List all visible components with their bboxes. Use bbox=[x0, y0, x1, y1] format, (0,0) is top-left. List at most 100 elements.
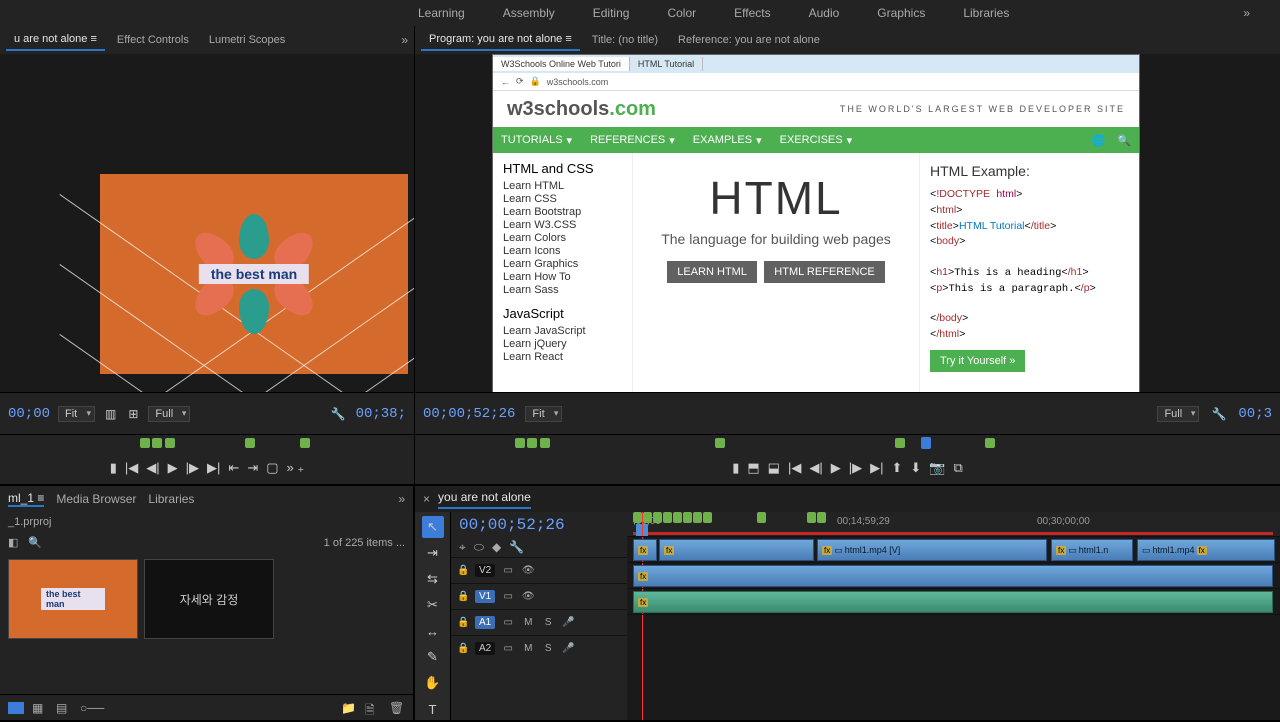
track-v1[interactable]: fx bbox=[627, 562, 1280, 588]
voice-over-icon[interactable]: 🎤 bbox=[561, 643, 575, 654]
toggle-sync-lock-icon[interactable]: ▭ bbox=[501, 617, 515, 628]
mark-out-icon[interactable]: ▶| bbox=[207, 460, 220, 476]
sequence-tab[interactable]: you are not alone bbox=[438, 490, 531, 509]
source-time-ruler[interactable] bbox=[0, 434, 414, 452]
track-a1[interactable]: fx bbox=[627, 588, 1280, 614]
new-item-icon[interactable]: 🗎 bbox=[365, 701, 381, 715]
project-clip-thumb[interactable]: 자세와 감정 bbox=[144, 559, 274, 639]
program-resolution-select[interactable]: Full bbox=[1157, 406, 1199, 422]
insert-icon[interactable]: ⇤ bbox=[228, 460, 239, 476]
track-v2[interactable]: fx fx fx▭ html1.mp4 [V] fx▭ html1.n ▭ ht… bbox=[627, 536, 1280, 562]
track-select-tool-icon[interactable]: ⇥ bbox=[422, 542, 444, 564]
ripple-edit-tool-icon[interactable]: ⇆ bbox=[422, 568, 444, 590]
mark-in-icon[interactable]: ⬒ bbox=[747, 460, 759, 476]
program-monitor[interactable]: W3Schools Online Web Tutori HTML Tutoria… bbox=[415, 54, 1280, 392]
source-resolution-select[interactable]: Full bbox=[148, 406, 190, 422]
add-marker-icon[interactable]: ▮ bbox=[732, 460, 739, 476]
timeline-ruler[interactable]: ;00;00 00;14;59;29 00;30;00;00 bbox=[627, 512, 1280, 536]
workspace-color[interactable]: Color bbox=[649, 6, 714, 20]
workspace-effects[interactable]: Effects bbox=[716, 6, 788, 20]
project-tab-project[interactable]: ml_1 ≡ bbox=[8, 491, 44, 507]
freeform-view-icon[interactable]: ▤ bbox=[56, 701, 72, 715]
safe-margins-icon[interactable]: ⊞ bbox=[126, 405, 140, 423]
hand-tool-icon[interactable]: ✋ bbox=[422, 672, 444, 694]
program-timecode-in[interactable]: 00;00;52;26 bbox=[423, 406, 515, 422]
mark-in-icon[interactable]: |◀ bbox=[125, 460, 138, 476]
new-bin-icon[interactable]: 📁 bbox=[341, 701, 357, 715]
ruler-toggle-icon[interactable]: ▥ bbox=[103, 405, 118, 423]
track-header-v1[interactable]: 🔒V1▭👁 bbox=[451, 583, 627, 609]
program-time-ruler[interactable] bbox=[415, 434, 1280, 452]
marker-icon[interactable]: ◆ bbox=[492, 540, 501, 555]
snap-icon[interactable]: ⌖ bbox=[459, 540, 466, 555]
toggle-sync-lock-icon[interactable]: ▭ bbox=[501, 591, 515, 602]
settings-icon[interactable]: 🔧 bbox=[329, 405, 348, 423]
toggle-sync-lock-icon[interactable]: ▭ bbox=[501, 565, 515, 576]
source-timecode-out[interactable]: 00;38; bbox=[356, 406, 406, 422]
panel-overflow-icon[interactable]: » bbox=[401, 33, 408, 47]
program-timecode-out[interactable]: 00;3 bbox=[1238, 406, 1272, 422]
close-tab-icon[interactable]: × bbox=[423, 492, 430, 506]
comparison-view-icon[interactable]: ⧉ bbox=[953, 460, 962, 476]
source-tab-effect-controls[interactable]: Effect Controls bbox=[109, 30, 197, 50]
workspace-overflow-icon[interactable]: » bbox=[1233, 6, 1260, 20]
play-icon[interactable]: ▶ bbox=[831, 460, 841, 476]
trash-icon[interactable]: 🗑 bbox=[389, 701, 405, 715]
settings-icon[interactable]: 🔧 bbox=[509, 540, 524, 555]
linked-selection-icon[interactable]: ⬭ bbox=[474, 540, 484, 555]
step-forward-icon[interactable]: |▶ bbox=[186, 460, 199, 476]
program-zoom-select[interactable]: Fit bbox=[525, 406, 562, 422]
icon-view-icon[interactable]: ▦ bbox=[32, 701, 48, 715]
button-editor-icon[interactable]: » ₊ bbox=[287, 460, 305, 476]
program-tab-title[interactable]: Title: (no title) bbox=[584, 30, 666, 50]
timeline-timecode[interactable]: 00;00;52;26 bbox=[459, 516, 565, 534]
lock-icon[interactable]: 🔒 bbox=[457, 617, 469, 628]
track-header-a2[interactable]: 🔒A2▭MS🎤 bbox=[451, 635, 627, 661]
track-header-a1[interactable]: 🔒A1▭MS🎤 bbox=[451, 609, 627, 635]
project-clip-thumb[interactable]: the best man bbox=[8, 559, 138, 639]
source-timecode-in[interactable]: 00;00 bbox=[8, 406, 50, 422]
program-tab-reference[interactable]: Reference: you are not alone bbox=[670, 30, 828, 50]
zoom-slider[interactable]: ○── bbox=[80, 701, 96, 715]
workspace-editing[interactable]: Editing bbox=[575, 6, 648, 20]
play-icon[interactable]: ▶ bbox=[168, 460, 178, 476]
source-monitor[interactable]: the best man bbox=[0, 54, 414, 392]
lock-icon[interactable]: 🔒 bbox=[457, 565, 469, 576]
workspace-audio[interactable]: Audio bbox=[791, 6, 858, 20]
track-header-v2[interactable]: 🔒V2▭👁 bbox=[451, 557, 627, 583]
extract-icon[interactable]: ⬇ bbox=[910, 460, 921, 476]
project-bin[interactable]: the best man 자세와 감정 bbox=[0, 553, 413, 645]
type-tool-icon[interactable]: T bbox=[422, 698, 444, 720]
project-tab-libraries[interactable]: Libraries bbox=[148, 492, 194, 506]
workspace-libraries[interactable]: Libraries bbox=[945, 6, 1027, 20]
export-frame-icon[interactable]: 📷 bbox=[929, 460, 945, 476]
settings-icon[interactable]: 🔧 bbox=[1209, 405, 1228, 423]
lift-icon[interactable]: ⬆ bbox=[891, 460, 902, 476]
toggle-track-output-icon[interactable]: 👁 bbox=[521, 591, 535, 602]
toggle-track-output-icon[interactable]: 👁 bbox=[521, 565, 535, 576]
panel-menu-icon[interactable]: ≡ bbox=[90, 33, 96, 45]
razor-tool-icon[interactable]: ✂ bbox=[422, 594, 444, 616]
workspace-graphics[interactable]: Graphics bbox=[859, 6, 943, 20]
filter-bin-icon[interactable]: ◧ bbox=[8, 536, 18, 549]
pen-tool-icon[interactable]: ✎ bbox=[422, 646, 444, 668]
slip-tool-icon[interactable]: ↔ bbox=[422, 620, 444, 642]
source-tab-clip[interactable]: u are not alone ≡ bbox=[6, 29, 105, 51]
search-icon[interactable]: 🔍 bbox=[28, 536, 42, 549]
source-zoom-select[interactable]: Fit bbox=[58, 406, 95, 422]
add-marker-icon[interactable]: ▮ bbox=[110, 460, 117, 476]
track-a2[interactable] bbox=[627, 614, 1280, 640]
lock-icon[interactable]: 🔒 bbox=[457, 591, 469, 602]
project-tab-media-browser[interactable]: Media Browser bbox=[56, 492, 136, 506]
voice-over-icon[interactable]: 🎤 bbox=[561, 617, 575, 628]
source-tab-lumetri[interactable]: Lumetri Scopes bbox=[201, 30, 293, 50]
workspace-assembly[interactable]: Assembly bbox=[485, 6, 573, 20]
toggle-sync-lock-icon[interactable]: ▭ bbox=[501, 643, 515, 654]
go-to-in-icon[interactable]: |◀ bbox=[788, 460, 801, 476]
workspace-learning[interactable]: Learning bbox=[400, 6, 483, 20]
step-forward-icon[interactable]: |▶ bbox=[849, 460, 862, 476]
overwrite-icon[interactable]: ⇥ bbox=[247, 460, 258, 476]
panel-menu-icon[interactable]: ≡ bbox=[565, 33, 571, 45]
step-back-icon[interactable]: ◀| bbox=[809, 460, 822, 476]
lock-icon[interactable]: 🔒 bbox=[457, 643, 469, 654]
